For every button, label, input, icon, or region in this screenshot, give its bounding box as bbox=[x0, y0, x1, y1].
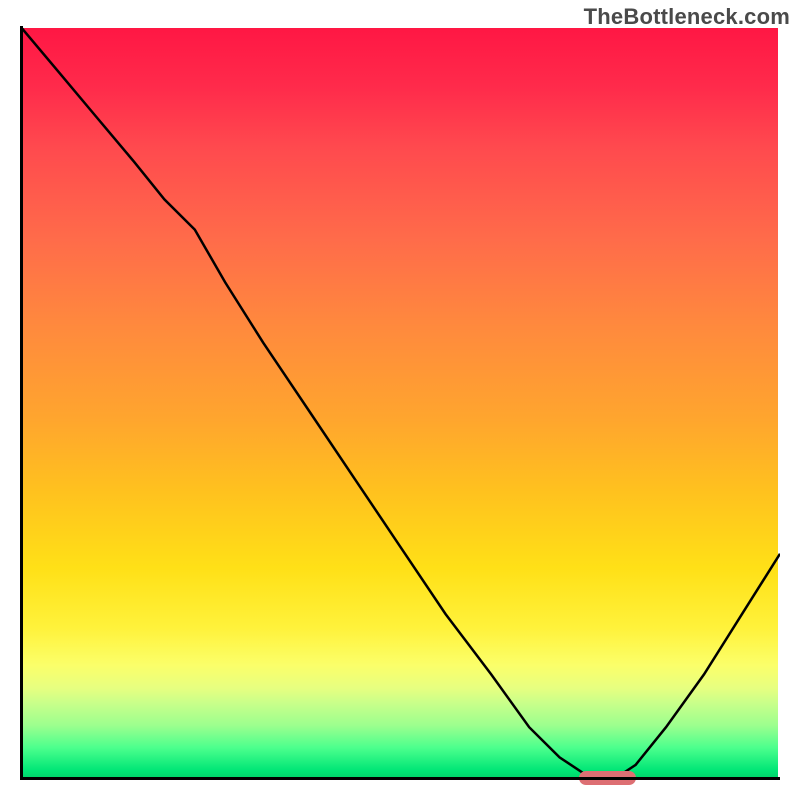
chart-container: TheBottleneck.com bbox=[0, 0, 800, 800]
watermark-text: TheBottleneck.com bbox=[584, 4, 790, 30]
plot-area bbox=[20, 26, 780, 780]
gradient-background bbox=[22, 28, 778, 778]
optimal-marker bbox=[579, 771, 636, 785]
